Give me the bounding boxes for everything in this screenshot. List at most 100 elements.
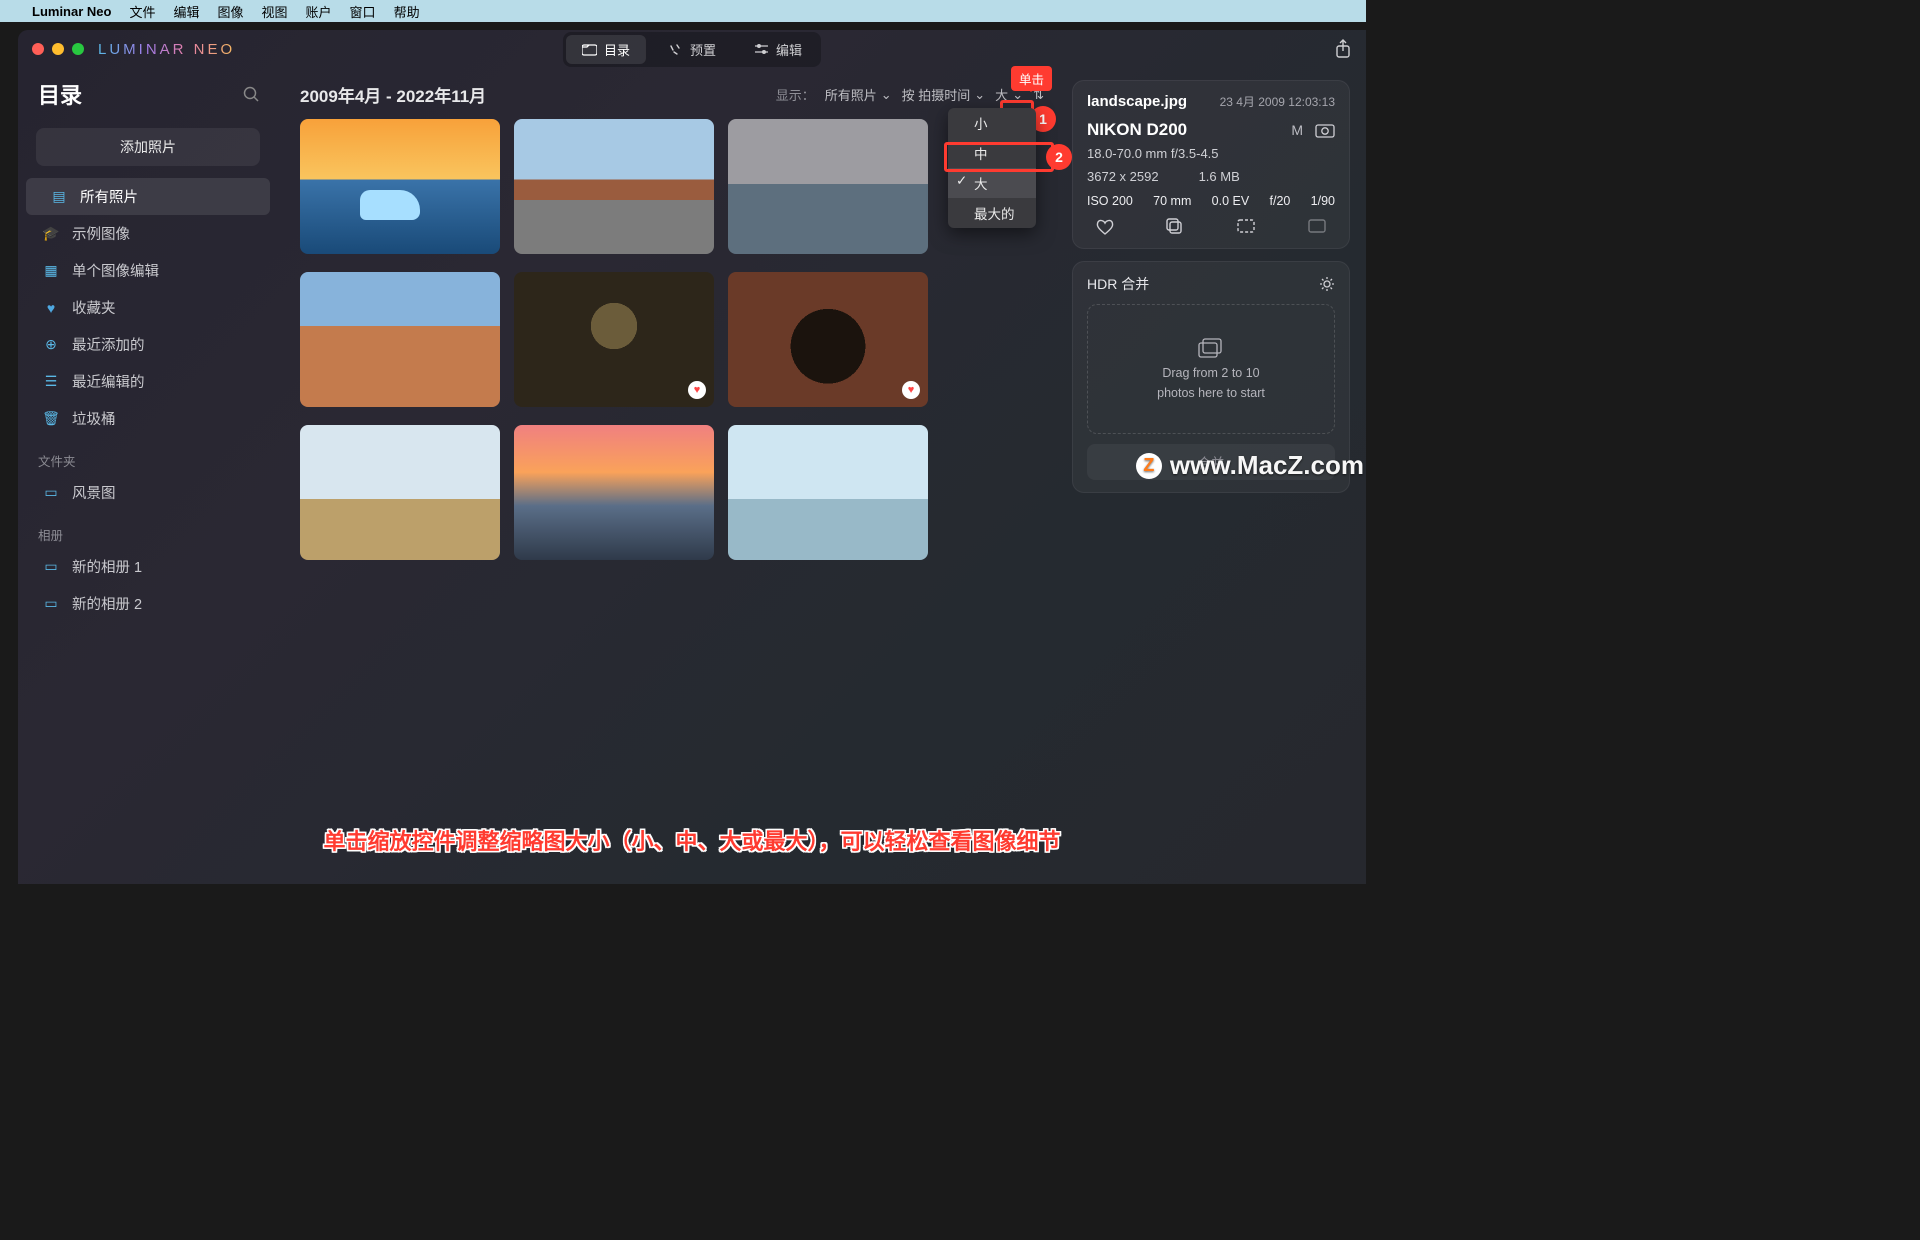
sidebar-item-favorites[interactable]: ♥ 收藏夹 [18, 289, 278, 326]
sidebar-item-recent-added[interactable]: ⊕ 最近添加的 [18, 326, 278, 363]
window-minimize-button[interactable] [52, 43, 64, 55]
window-maximize-button[interactable] [72, 43, 84, 55]
filter-dropdown[interactable]: 所有照片 ⌄ [825, 85, 892, 104]
thumbnail[interactable]: ♥ [514, 272, 714, 407]
thumbnail[interactable] [514, 425, 714, 560]
screen-button[interactable] [1307, 218, 1327, 236]
tab-presets-label: 预置 [690, 40, 716, 59]
sidebar-item-label: 垃圾桶 [72, 408, 116, 429]
info-card: landscape.jpg 23 4月 2009 12:03:13 NIKON … [1072, 80, 1350, 249]
info-iso: ISO 200 [1087, 194, 1133, 208]
window-close-button[interactable] [32, 43, 44, 55]
favorite-badge-icon: ♥ [688, 381, 706, 399]
date-range: 2009年4月 - 2022年11月 [300, 82, 486, 107]
thumbnail[interactable] [300, 119, 500, 254]
sidebar-item-label: 单个图像编辑 [72, 260, 159, 281]
sparkle-icon [668, 43, 683, 56]
menu-edit[interactable]: 编辑 [173, 2, 199, 21]
show-label: 显示： [776, 85, 815, 104]
tab-catalog[interactable]: 目录 [566, 35, 646, 64]
stack-icon [1198, 338, 1224, 360]
hdr-drop-line2: photos here to start [1157, 386, 1265, 400]
annotation-highlight [944, 142, 1054, 172]
sidebar-item-trash[interactable]: 🗑 垃圾桶 [18, 400, 278, 437]
album-item[interactable]: ▭ 新的相册 2 [18, 585, 278, 622]
plus-circle-icon: ⊕ [42, 336, 60, 353]
menu-help[interactable]: 帮助 [394, 2, 420, 21]
sidebar-item-label: 所有照片 [80, 186, 138, 207]
sliders-icon [754, 43, 769, 56]
camera-icon [1315, 122, 1335, 138]
size-option-large[interactable]: 大 [948, 168, 1036, 198]
add-photos-button[interactable]: 添加照片 [36, 128, 260, 166]
menu-file[interactable]: 文件 [129, 2, 155, 21]
hdr-title: HDR 合并 [1087, 274, 1149, 294]
info-ev: 0.0 EV [1212, 194, 1250, 208]
info-lens: 18.0-70.0 mm f/3.5-4.5 [1087, 146, 1335, 161]
sidebar-item-label: 收藏夹 [72, 297, 116, 318]
tab-catalog-label: 目录 [604, 40, 630, 59]
tab-edit[interactable]: 编辑 [738, 35, 818, 64]
album-item[interactable]: ▭ 新的相册 1 [18, 548, 278, 585]
sidebar-item-label: 最近添加的 [72, 334, 145, 355]
thumbnail[interactable]: ♥ [728, 272, 928, 407]
grid-icon: ▦ [42, 262, 60, 279]
sidebar-item-single-edit[interactable]: ▦ 单个图像编辑 [18, 252, 278, 289]
heart-icon: ♥ [42, 300, 60, 316]
info-shutter: 1/90 [1311, 194, 1335, 208]
mode-tabs: 目录 预置 编辑 [563, 32, 821, 67]
folder-item[interactable]: ▭ 风景图 [18, 474, 278, 511]
menu-view[interactable]: 视图 [262, 2, 288, 21]
sidebar-item-label: 示例图像 [72, 223, 130, 244]
thumbnail[interactable] [514, 119, 714, 254]
menu-account[interactable]: 账户 [306, 2, 332, 21]
favorite-badge-icon: ♥ [902, 381, 920, 399]
tab-presets[interactable]: 预置 [652, 35, 732, 64]
app-brand: LUMINAR NEO [98, 41, 235, 58]
crop-button[interactable] [1236, 218, 1256, 236]
albums-section-label: 相册 [18, 511, 278, 548]
album-label: 新的相册 1 [72, 556, 142, 577]
size-option-max[interactable]: 最大的 [948, 198, 1036, 228]
sidebar-item-all-photos[interactable]: ▤ 所有照片 [26, 178, 270, 215]
watermark-logo-icon: Z [1136, 453, 1162, 479]
titlebar: LUMINAR NEO 目录 预置 编辑 [18, 30, 1366, 68]
watermark-text: www.MacZ.com [1170, 450, 1364, 481]
album-label: 新的相册 2 [72, 593, 142, 614]
main-area: 2009年4月 - 2022年11月 显示： 所有照片 ⌄ 按 拍摄时间 ⌄ 大… [278, 68, 1066, 884]
hdr-drop-zone[interactable]: Drag from 2 to 10 photos here to start [1087, 304, 1335, 434]
size-option-small[interactable]: 小 [948, 108, 1036, 138]
album-icon: ▭ [42, 595, 60, 612]
menu-window[interactable]: 窗口 [350, 2, 376, 21]
sidebar-item-samples[interactable]: 🎓 示例图像 [18, 215, 278, 252]
thumbnail[interactable] [300, 272, 500, 407]
info-datetime: 23 4月 2009 12:03:13 [1220, 93, 1335, 110]
tab-edit-label: 编辑 [776, 40, 802, 59]
gear-icon[interactable] [1319, 276, 1335, 292]
catalog-icon: ▤ [50, 188, 68, 205]
search-icon[interactable] [242, 85, 260, 103]
app-window: LUMINAR NEO 目录 预置 编辑 目录 [18, 30, 1366, 884]
sidebar-title: 目录 [38, 78, 82, 110]
thumbnail[interactable] [728, 119, 928, 254]
info-dimensions: 3672 x 2592 [1087, 169, 1159, 184]
info-camera: NIKON D200 [1087, 120, 1187, 140]
annotation-callout: 单击 [1011, 66, 1052, 91]
sliders-icon: ☰ [42, 373, 60, 390]
share-button[interactable] [1334, 39, 1352, 59]
folder-label: 风景图 [72, 482, 116, 503]
trash-icon: 🗑 [42, 410, 60, 427]
thumbnail[interactable] [728, 425, 928, 560]
annotation-footer: 单击缩放控件调整缩略图大小（小、中、大或最大），可以轻松查看图像细节 [323, 824, 1060, 856]
sidebar: 目录 添加照片 ▤ 所有照片 🎓 示例图像 ▦ 单个图像编辑 ♥ 收藏夹 [18, 68, 278, 884]
menubar-app-name[interactable]: Luminar Neo [32, 4, 111, 19]
favorite-button[interactable] [1095, 218, 1115, 236]
annotation-badge: 2 [1046, 144, 1072, 170]
thumbnail[interactable] [300, 425, 500, 560]
sidebar-item-recent-edited[interactable]: ☰ 最近编辑的 [18, 363, 278, 400]
copy-button[interactable] [1166, 218, 1184, 236]
sidebar-item-label: 最近编辑的 [72, 371, 145, 392]
menu-image[interactable]: 图像 [218, 2, 244, 21]
info-filesize: 1.6 MB [1199, 169, 1240, 184]
info-focal: 70 mm [1153, 194, 1191, 208]
